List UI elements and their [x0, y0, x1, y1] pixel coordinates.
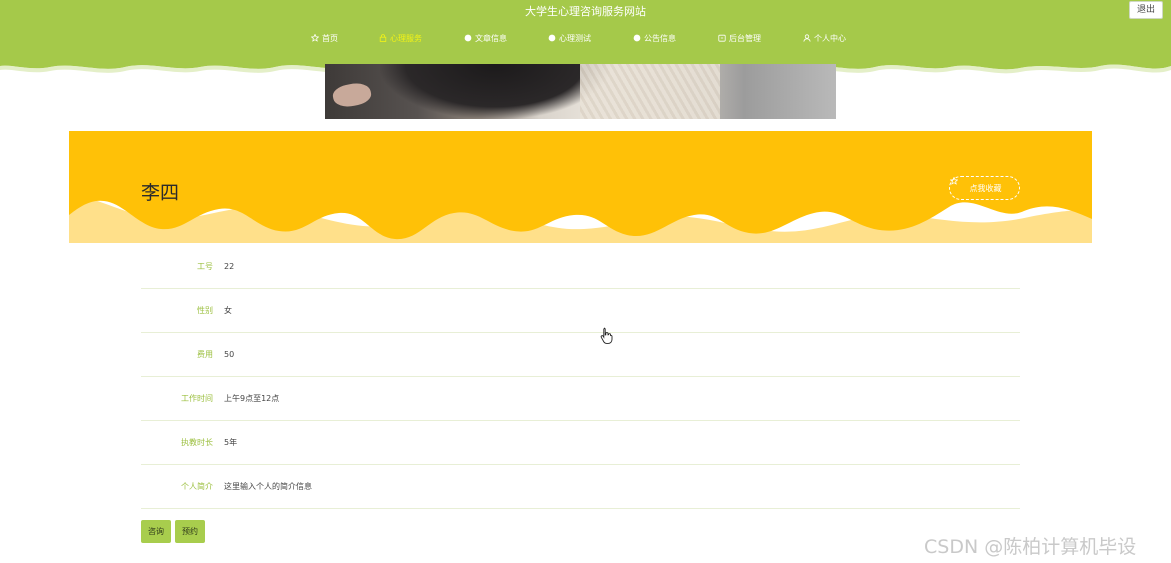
banner-image: [325, 64, 836, 119]
counselor-name: 李四: [141, 182, 180, 204]
dot-icon: [548, 34, 556, 42]
watermark: CSDN @陈柏计算机毕设: [924, 536, 1137, 558]
detail-row: 性别 女: [141, 289, 1020, 333]
lock-icon: [379, 34, 387, 42]
detail-label: 工号: [197, 262, 213, 271]
nav-item-label: 心理服务: [390, 33, 422, 43]
nav-item-label: 心理测试: [559, 33, 591, 43]
nav-item-notices[interactable]: 公告信息: [633, 31, 676, 45]
site-title: 大学生心理咨询服务网站: [525, 5, 646, 18]
detail-label: 工作时间: [181, 394, 213, 403]
action-buttons: 咨询 预约: [141, 520, 205, 543]
nav-item-articles[interactable]: 文章信息: [464, 31, 507, 45]
nav-item-user-center[interactable]: 个人中心: [803, 31, 846, 45]
detail-row: 执教时长 5年: [141, 421, 1020, 465]
detail-label: 执教时长: [181, 438, 213, 447]
nav-item-label: 后台管理: [729, 33, 761, 43]
detail-row: 工号 22: [141, 245, 1020, 289]
detail-value: 5年: [224, 438, 238, 447]
nav-item-label: 公告信息: [644, 33, 676, 43]
detail-value: 女: [224, 306, 232, 315]
logout-button[interactable]: 退出: [1129, 1, 1163, 19]
main-nav: 首页 心理服务 文章信息 心理测试 公告信息 后台管理 个人中心: [0, 31, 1171, 45]
profile-hero: 李四 点我收藏: [69, 131, 1092, 243]
detail-value: 上午9点至12点: [224, 394, 280, 403]
reserve-button[interactable]: 预约: [175, 520, 205, 543]
dot-icon: [464, 34, 472, 42]
detail-row: 工作时间 上午9点至12点: [141, 377, 1020, 421]
box-icon: [718, 34, 726, 42]
detail-label: 个人简介: [181, 482, 213, 491]
dot-icon: [633, 34, 641, 42]
detail-row: 个人简介 这里输入个人的简介信息: [141, 465, 1020, 509]
detail-value: 50: [224, 350, 235, 359]
detail-label: 性别: [197, 306, 213, 315]
star-icon: [311, 34, 319, 42]
nav-item-admin[interactable]: 后台管理: [718, 31, 761, 45]
nav-item-psych-test[interactable]: 心理测试: [548, 31, 591, 45]
detail-row: 费用 50: [141, 333, 1020, 377]
nav-item-psych-service[interactable]: 心理服务: [379, 31, 422, 45]
user-icon: [803, 34, 811, 42]
hero-wave-background: [69, 131, 1092, 243]
nav-item-home[interactable]: 首页: [311, 31, 338, 45]
nav-item-label: 个人中心: [814, 33, 846, 43]
hand-cursor-icon: [600, 327, 613, 348]
nav-item-label: 首页: [322, 33, 338, 43]
favorite-label: 点我收藏: [969, 183, 1002, 193]
detail-value: 这里输入个人的简介信息: [224, 482, 312, 491]
detail-value: 22: [224, 262, 235, 271]
nav-item-label: 文章信息: [475, 33, 507, 43]
detail-label: 费用: [197, 350, 213, 359]
favorite-button[interactable]: 点我收藏: [949, 176, 1020, 200]
counselor-details: 工号 22 性别 女 费用 50 工作时间 上午9点至12点 执教时长 5年 个…: [141, 245, 1020, 509]
consult-button[interactable]: 咨询: [141, 520, 171, 543]
